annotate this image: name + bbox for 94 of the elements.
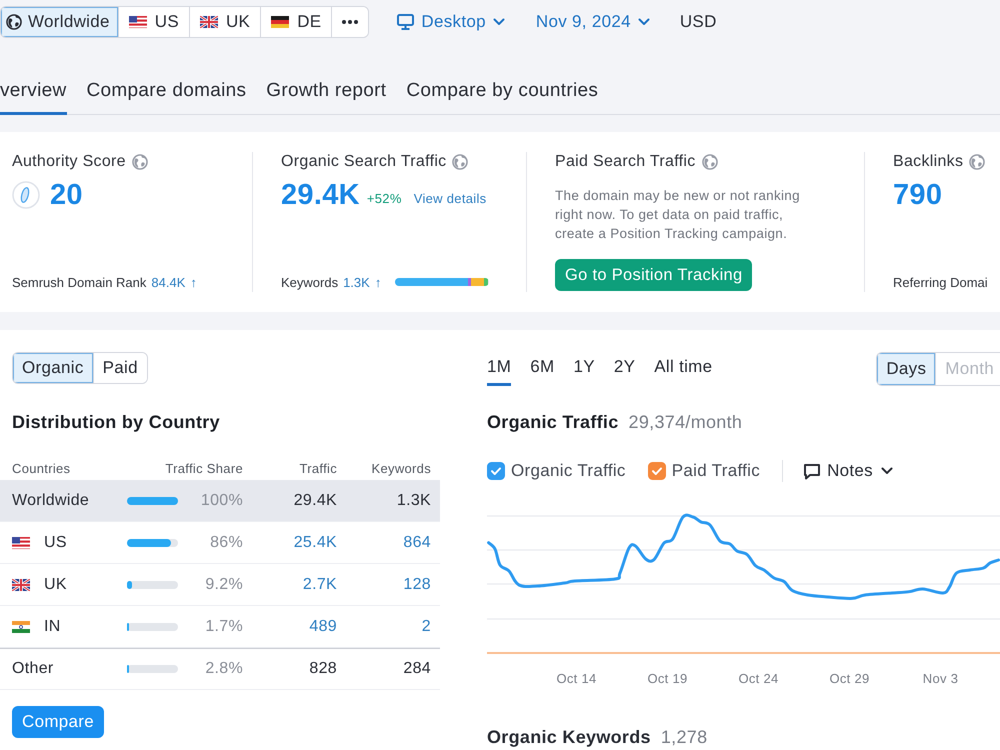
period-tab[interactable]: 6M xyxy=(530,356,554,386)
flag-icon xyxy=(128,16,147,28)
tab[interactable]: Compare by countries xyxy=(406,80,598,115)
metric-footer-value: 84.4K xyxy=(151,274,186,290)
column-header: Traffic Share xyxy=(164,460,243,476)
share-value: 86% xyxy=(209,534,243,552)
share-value: 1.7% xyxy=(204,618,243,636)
column-header: Traffic xyxy=(298,460,337,476)
flag-icon xyxy=(271,16,290,28)
interval-option[interactable]: Days xyxy=(877,353,936,385)
flag-icon xyxy=(12,578,30,590)
more-icon xyxy=(342,20,358,24)
axis-label: Nov 3 xyxy=(922,671,960,687)
device-dropdown[interactable]: Desktop xyxy=(397,12,505,32)
table-row[interactable]: US 86% 25.4K 864 xyxy=(0,522,440,564)
metric-footer-value: 1.3K xyxy=(343,274,370,290)
chevron-down-icon xyxy=(492,18,505,26)
date-dropdown[interactable]: Nov 9, 2024 xyxy=(536,12,650,32)
trend-arrow: ↑ xyxy=(190,274,197,290)
metric-title: Authority Score xyxy=(12,153,126,171)
section-title: Distribution by Country xyxy=(12,411,221,434)
keyword-count: 1,278 xyxy=(660,726,708,748)
axis-label: Oct 14 xyxy=(555,671,598,687)
table-row[interactable]: UK 9.2% 2.7K 128 xyxy=(0,564,440,606)
legend-label[interactable]: Paid Traffic xyxy=(672,461,760,481)
view-details-link[interactable]: View details xyxy=(414,190,486,206)
comment-icon xyxy=(803,462,822,480)
traffic-value: 29.4K xyxy=(292,492,337,510)
metric-value: 29.4K xyxy=(281,178,360,212)
period-tab[interactable]: 1Y xyxy=(573,356,595,386)
share-value: 100% xyxy=(200,492,243,510)
keywords-value: 284 xyxy=(402,660,431,678)
legend-label[interactable]: Organic Traffic xyxy=(511,461,626,481)
tab[interactable]: Compare domains xyxy=(86,80,246,115)
table-row[interactable]: Worldwide 100% 29.4K 1.3K xyxy=(0,480,440,522)
score-ring-icon xyxy=(12,181,40,209)
column-header: Keywords xyxy=(370,460,431,476)
chevron-down-icon xyxy=(880,467,893,475)
axis-label: Oct 19 xyxy=(646,671,689,687)
globe-icon xyxy=(132,154,148,170)
metric-footer-label: Referring Domai xyxy=(893,274,988,290)
metric-title: Backlinks xyxy=(893,153,964,171)
share-value: 9.2% xyxy=(204,576,243,594)
globe-icon xyxy=(702,154,718,170)
metric-footer-label: Semrush Domain Rank xyxy=(12,274,146,290)
period-tab[interactable]: All time xyxy=(654,356,712,386)
country-name: Worldwide xyxy=(12,492,90,510)
keywords-link[interactable]: 864 xyxy=(337,534,431,552)
metric-title: Organic Search Traffic xyxy=(281,153,446,171)
table-row[interactable]: Other 2.8% 828 284 xyxy=(0,648,440,690)
share-value: 2.8% xyxy=(204,660,243,678)
axis-label: Oct 24 xyxy=(737,671,780,687)
metric-value: 20 xyxy=(50,178,83,212)
tab[interactable]: verview xyxy=(0,80,67,115)
metric-value: 790 xyxy=(893,178,942,212)
monitor-icon xyxy=(397,14,414,30)
traffic-value: 828 xyxy=(308,660,337,678)
region-option[interactable]: Worldwide xyxy=(1,7,119,37)
country-name: Other xyxy=(12,660,54,678)
country-name: UK xyxy=(44,576,67,594)
country-name: IN xyxy=(44,618,61,636)
keywords-link[interactable]: 128 xyxy=(337,576,431,594)
tab[interactable]: Growth report xyxy=(266,80,386,115)
globe-icon xyxy=(969,154,986,170)
checkbox[interactable] xyxy=(487,462,505,480)
change-value: +52% xyxy=(366,190,402,206)
chart-title: Organic Traffic xyxy=(487,412,619,432)
traffic-type-option[interactable]: Organic xyxy=(13,353,94,383)
metric-message: The domain may be new or not ranking right now. To get data on paid traffic, create a Position Tracking campaign. xyxy=(555,187,801,243)
currency-label: USD xyxy=(680,12,717,32)
flag-icon xyxy=(12,536,30,548)
keywords-value: 1.3K xyxy=(396,492,431,510)
chart-summary: 29,374/month xyxy=(628,412,742,432)
flag-icon xyxy=(200,16,218,28)
table-row[interactable]: IN 1.7% 489 2 xyxy=(0,606,440,648)
notes-dropdown[interactable]: Notes xyxy=(803,461,893,481)
metric-footer-label: Keywords xyxy=(281,274,338,290)
chevron-down-icon xyxy=(638,18,650,26)
metric-title: Paid Search Traffic xyxy=(555,153,696,171)
flag-icon xyxy=(12,620,30,632)
checkbox[interactable] xyxy=(648,462,666,480)
axis-label: Oct 29 xyxy=(828,671,871,687)
traffic-link[interactable]: 25.4K xyxy=(243,534,337,552)
section-title: Organic Keywords xyxy=(487,726,651,748)
traffic-link[interactable]: 489 xyxy=(243,618,337,636)
traffic-link[interactable]: 2.7K xyxy=(243,576,337,594)
period-tab[interactable]: 1M xyxy=(487,356,512,386)
keywords-link[interactable]: 2 xyxy=(337,618,431,636)
globe-icon xyxy=(6,14,22,30)
trend-arrow: ↑ xyxy=(374,274,382,290)
country-name: US xyxy=(44,534,67,552)
column-header: Countries xyxy=(12,460,72,476)
period-tab[interactable]: 2Y xyxy=(614,356,636,386)
globe-icon xyxy=(452,154,468,170)
